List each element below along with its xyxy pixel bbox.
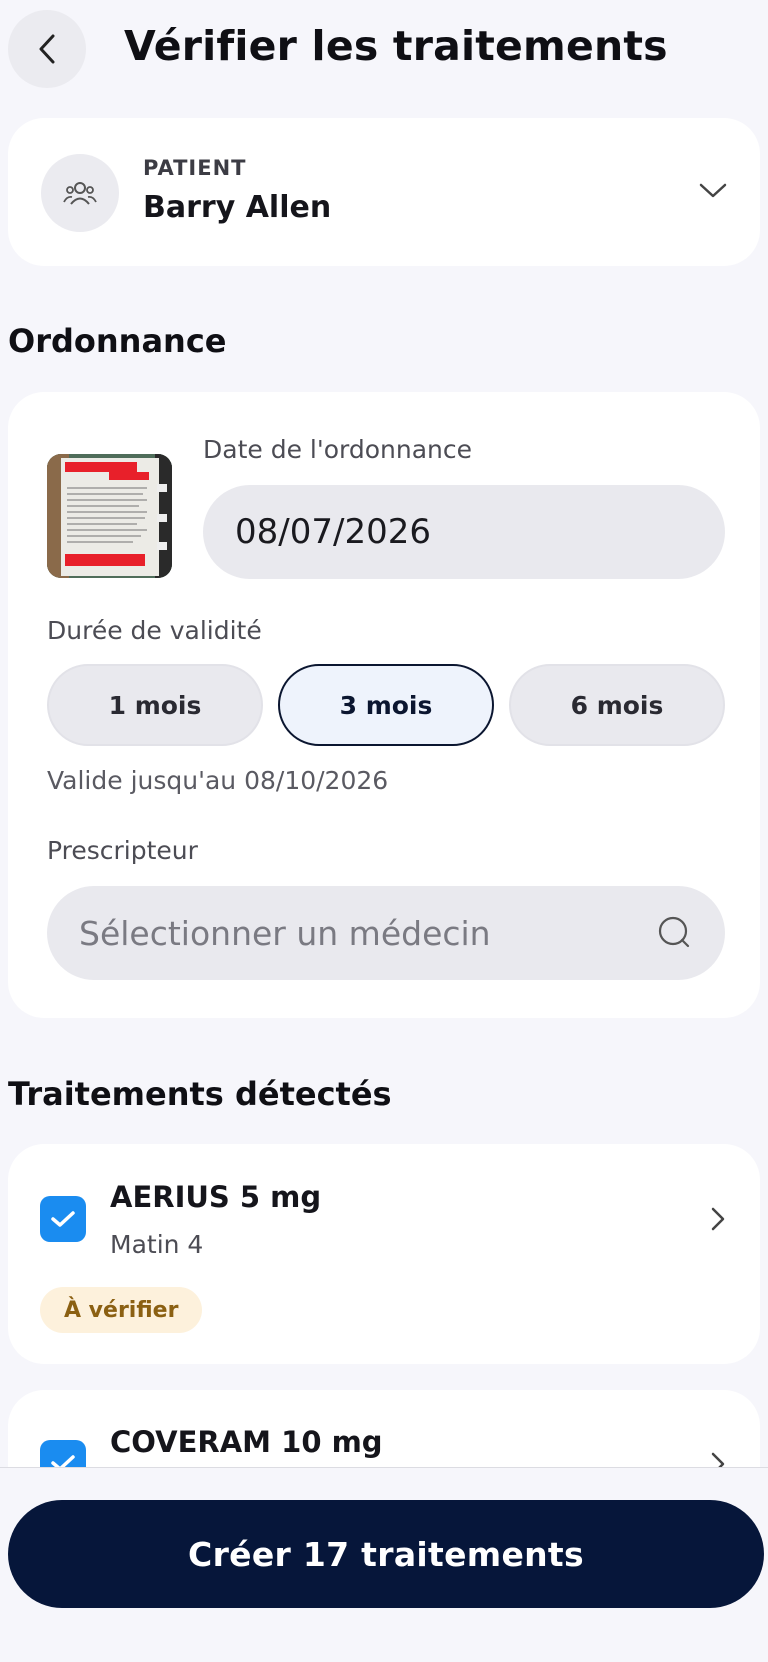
validity-label: Durée de validité bbox=[47, 616, 262, 645]
section-title-prescription: Ordonnance bbox=[8, 322, 227, 360]
status-badge: À vérifier bbox=[40, 1287, 203, 1333]
validity-option-3-months[interactable]: 3 mois bbox=[278, 664, 494, 746]
validity-option-6-months[interactable]: 6 mois bbox=[509, 664, 725, 746]
treatment-checkbox[interactable] bbox=[40, 1196, 86, 1242]
section-title-treatments: Traitements détectés bbox=[8, 1075, 392, 1113]
search-icon bbox=[658, 916, 690, 948]
prescriber-placeholder: Sélectionner un médecin bbox=[79, 913, 491, 953]
patient-avatar bbox=[41, 154, 119, 232]
chevron-right-icon[interactable] bbox=[709, 1205, 727, 1233]
valid-until-text: Valide jusqu'au 08/10/2026 bbox=[47, 766, 389, 795]
treatment-name: AERIUS 5 mg bbox=[110, 1180, 322, 1214]
users-icon bbox=[63, 182, 97, 205]
prescriber-search-input[interactable]: Sélectionner un médecin bbox=[47, 886, 725, 980]
prescription-date-value: 08/07/2026 bbox=[235, 512, 431, 552]
prescription-image bbox=[47, 454, 172, 578]
treatment-name: COVERAM 10 mg bbox=[110, 1425, 383, 1459]
patient-label: PATIENT bbox=[143, 156, 247, 180]
check-icon bbox=[51, 1211, 75, 1227]
treatment-dose: Matin 4 bbox=[110, 1230, 204, 1259]
back-button[interactable] bbox=[8, 10, 86, 88]
chevron-down-icon[interactable] bbox=[698, 180, 728, 202]
page-title: Vérifier les traitements bbox=[124, 22, 668, 70]
create-treatments-button[interactable]: Créer 17 traitements bbox=[8, 1500, 764, 1608]
prescription-photo[interactable] bbox=[47, 454, 172, 578]
prescriber-label: Prescripteur bbox=[47, 836, 198, 865]
patient-selector[interactable] bbox=[8, 118, 760, 266]
date-label: Date de l'ordonnance bbox=[203, 435, 472, 464]
validity-option-1-month[interactable]: 1 mois bbox=[47, 664, 263, 746]
prescription-date-field[interactable]: 08/07/2026 bbox=[203, 485, 725, 579]
patient-name: Barry Allen bbox=[143, 190, 332, 225]
chevron-left-icon bbox=[39, 34, 55, 64]
